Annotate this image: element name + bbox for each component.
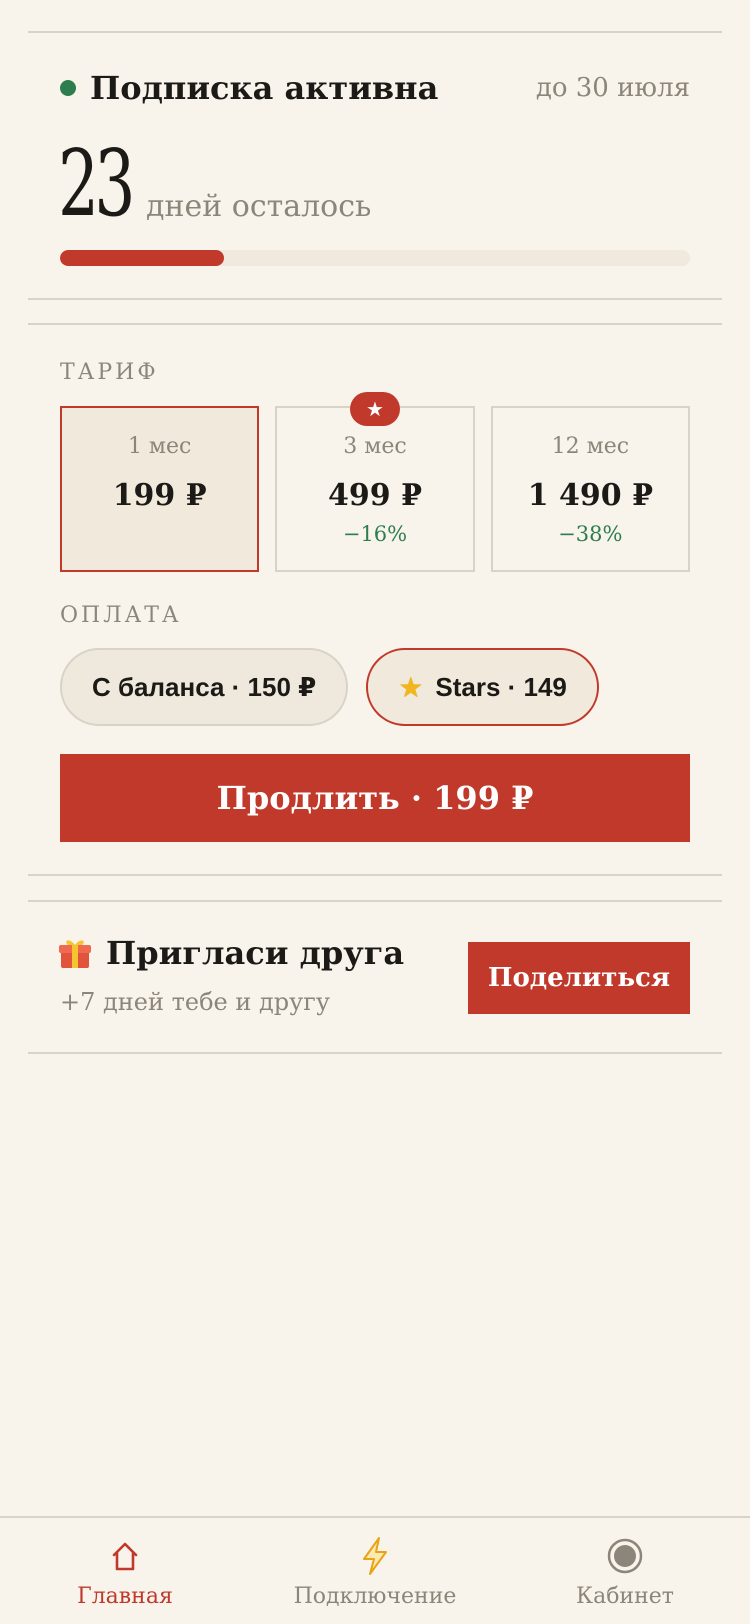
plan-card-1-month[interactable]: 1 мес 199 ₽ <box>60 406 260 572</box>
lightning-icon <box>358 1534 392 1578</box>
nav-item-connection[interactable]: Подключение <box>250 1518 500 1624</box>
referral-title: Пригласи друга <box>106 934 405 972</box>
renew-button[interactable]: Продлить · 199 ₽ <box>60 754 690 842</box>
plan-price: 499 ₽ <box>328 478 422 513</box>
plan-price: 1 490 ₽ <box>527 478 653 513</box>
pay-balance-label: С баланса · 150 ₽ <box>92 671 317 702</box>
share-button-label: Поделиться <box>487 963 671 993</box>
plan-discount: −38% <box>558 522 623 546</box>
pay-with-stars-button[interactable]: ★ Stars · 149 <box>366 648 599 726</box>
home-icon <box>110 1534 140 1578</box>
divider <box>28 900 722 902</box>
nav-label-cabinet: Кабинет <box>576 1584 674 1609</box>
pay-stars-label: Stars · 149 <box>435 671 567 702</box>
divider <box>28 31 722 33</box>
plan-discount <box>62 522 257 550</box>
star-icon: ★ <box>398 670 424 704</box>
plan-period: 3 мес <box>343 434 407 459</box>
progress-fill <box>60 250 224 266</box>
gift-icon <box>59 940 91 968</box>
plan-period: 12 мес <box>551 434 630 459</box>
status-title: Подписка активна <box>90 69 439 107</box>
subscription-progress-bar <box>60 250 690 266</box>
divider <box>28 874 722 876</box>
pay-from-balance-button[interactable]: С баланса · 150 ₽ <box>60 648 349 726</box>
tariff-plans: 1 мес 199 ₽ ★ 3 мес 499 ₽ −16% 12 мес 1 … <box>60 392 690 572</box>
plan-period: 1 мес <box>127 434 192 459</box>
profile-icon <box>606 1534 644 1578</box>
divider <box>28 323 722 325</box>
plan-card-3-months[interactable]: ★ 3 мес 499 ₽ −16% <box>275 392 475 572</box>
nav-item-home[interactable]: Главная <box>0 1518 250 1624</box>
renew-button-label: Продлить · 199 ₽ <box>216 779 534 817</box>
nav-item-cabinet[interactable]: Кабинет <box>500 1518 750 1624</box>
plan-card-12-months[interactable]: 12 мес 1 490 ₽ −38% <box>490 406 690 572</box>
days-left-count: 23 <box>58 130 135 237</box>
payment-section-label: ОПЛАТА <box>60 603 182 628</box>
referral-subtitle: +7 дней тебе и другу <box>60 988 330 1016</box>
days-remaining: 23 дней осталось <box>58 130 371 230</box>
divider <box>28 1052 722 1054</box>
status-dot-icon <box>60 80 76 96</box>
subscription-status-header: Подписка активна до 30 июля <box>60 66 690 110</box>
days-left-label: дней осталось <box>146 189 372 224</box>
plan-price: 199 ₽ <box>112 478 207 513</box>
nav-label-home: Главная <box>77 1584 173 1609</box>
share-button[interactable]: Поделиться <box>468 942 690 1014</box>
plan-discount: −16% <box>342 522 408 546</box>
nav-label-connection: Подключение <box>293 1584 457 1609</box>
status-expiry-date: до 30 июля <box>535 73 690 103</box>
payment-methods: С баланса · 150 ₽ ★ Stars · 149 <box>60 648 599 728</box>
featured-star-icon: ★ <box>349 392 400 426</box>
divider <box>28 298 722 300</box>
tariff-section-label: ТАРИФ <box>60 360 159 385</box>
bottom-navigation: Главная Подключение Кабинет <box>0 1516 750 1624</box>
